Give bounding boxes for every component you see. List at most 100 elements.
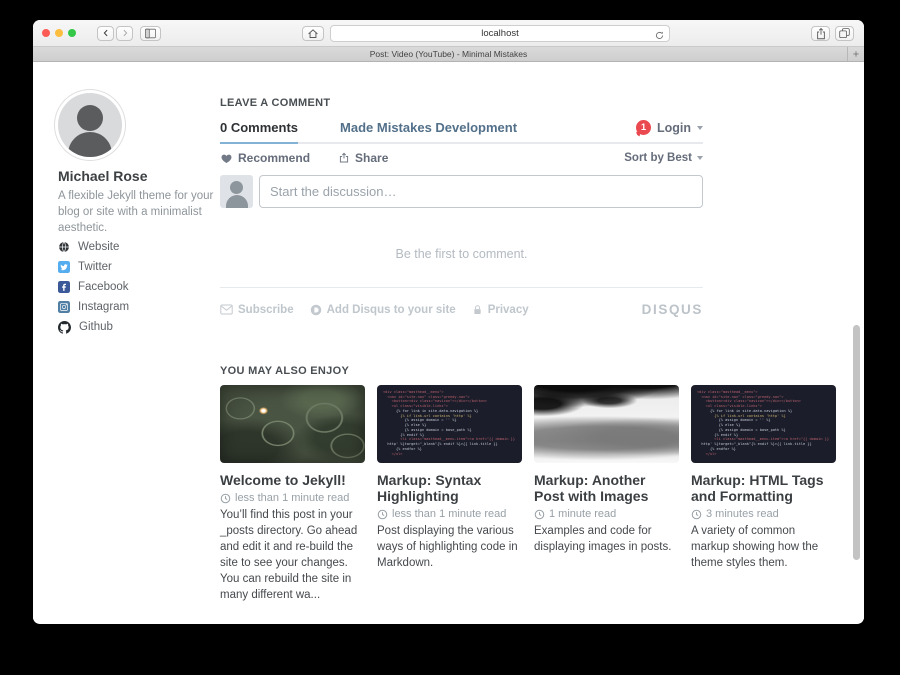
nav-buttons <box>97 26 133 41</box>
card-title[interactable]: Markup: Syntax Highlighting <box>377 472 522 504</box>
login-label: Login <box>657 121 691 135</box>
add-disqus-link[interactable]: Add Disqus to your site <box>310 304 456 316</box>
home-button[interactable] <box>302 26 324 41</box>
tabs-icon <box>838 27 851 39</box>
related-heading: YOU MAY ALSO ENJOY <box>220 366 838 377</box>
active-tab[interactable]: Post: Video (YouTube) - Minimal Mistakes <box>370 49 527 59</box>
share-thread-button[interactable]: Share <box>338 151 388 165</box>
sidebar-toggle-button[interactable] <box>140 26 161 41</box>
share-arrow-icon <box>338 152 350 164</box>
minimize-button[interactable] <box>55 29 63 37</box>
back-button[interactable] <box>97 26 114 41</box>
related-card: Welcome to Jekyll! less than 1 minute re… <box>220 385 365 603</box>
disqus-footer: Subscribe Add Disqus to your site Privac… <box>220 302 703 317</box>
envelope-icon <box>220 304 233 315</box>
card-excerpt: You’ll find this post in your _posts dir… <box>220 508 365 603</box>
comments-section: LEAVE A COMMENT 0 Comments Made Mistakes… <box>220 98 703 317</box>
chevron-right-icon <box>120 28 130 38</box>
recommend-button[interactable]: Recommend <box>220 151 310 165</box>
refresh-button[interactable] <box>654 28 665 46</box>
sidebar-icon <box>144 28 157 39</box>
scrollbar-thumb[interactable] <box>853 325 860 560</box>
clock-icon <box>377 509 388 520</box>
comment-input[interactable] <box>259 175 703 208</box>
empty-state-message: Be the first to comment. <box>220 248 703 261</box>
clock-icon <box>691 509 702 520</box>
card-thumbnail-code[interactable]: <div class="masthead__menu"> <nav id="si… <box>377 385 522 463</box>
card-read-time: 1 minute read <box>534 508 679 520</box>
tab-community[interactable]: Made Mistakes Development <box>340 120 517 142</box>
author-avatar <box>58 93 122 157</box>
avatar-silhouette <box>77 105 103 131</box>
disqus-tabs: 0 Comments Made Mistakes Development 1 L… <box>220 120 703 144</box>
link-label: Twitter <box>78 261 112 273</box>
related-card: <div class="masthead__menu"> <nav id="si… <box>377 385 522 603</box>
card-title[interactable]: Markup: Another Post with Images <box>534 472 679 504</box>
browser-toolbar: localhost <box>33 20 864 47</box>
card-read-time: less than 1 minute read <box>220 492 365 504</box>
forward-button[interactable] <box>116 26 133 41</box>
chevron-left-icon <box>101 28 111 38</box>
comment-compose-row <box>220 175 703 208</box>
related-card: <div class="masthead__menu"> <nav id="si… <box>691 385 836 603</box>
instagram-icon <box>58 301 70 313</box>
close-button[interactable] <box>42 29 50 37</box>
sidebar-item-website[interactable]: Website <box>58 237 220 257</box>
login-control[interactable]: 1 Login <box>636 120 703 142</box>
clock-icon <box>534 509 545 520</box>
card-title[interactable]: Welcome to Jekyll! <box>220 472 365 488</box>
disqus-actions: Recommend Share Sort by Best <box>220 150 703 166</box>
related-card: Markup: Another Post with Images 1 minut… <box>534 385 679 603</box>
window-controls <box>42 29 76 37</box>
subscribe-link[interactable]: Subscribe <box>220 304 294 316</box>
tab-comment-count[interactable]: 0 Comments <box>220 120 298 144</box>
refresh-icon <box>654 30 665 41</box>
share-label: Share <box>355 151 388 165</box>
share-icon <box>815 27 827 40</box>
sidebar-item-facebook[interactable]: Facebook <box>58 277 220 297</box>
card-thumbnail-moss[interactable] <box>220 385 365 463</box>
author-sidebar: Michael Rose A flexible Jekyll theme for… <box>58 93 220 337</box>
card-title[interactable]: Markup: HTML Tags and Formatting <box>691 472 836 504</box>
sidebar-item-github[interactable]: Github <box>58 317 220 337</box>
sidebar-item-twitter[interactable]: Twitter <box>58 257 220 277</box>
disqus-d-icon <box>310 304 322 316</box>
new-tab-button[interactable] <box>847 47 864 61</box>
url-text: localhost <box>481 28 519 39</box>
share-button[interactable] <box>811 26 830 41</box>
card-excerpt: A variety of common markup showing how t… <box>691 524 836 572</box>
comments-heading: LEAVE A COMMENT <box>220 98 703 109</box>
chevron-down-icon <box>697 126 703 130</box>
sort-dropdown[interactable]: Sort by Best <box>624 152 703 164</box>
sort-label: Sort by Best <box>624 152 692 164</box>
related-cards: Welcome to Jekyll! less than 1 minute re… <box>220 385 838 603</box>
tab-bar: Post: Video (YouTube) - Minimal Mistakes <box>33 47 864 62</box>
link-label: Website <box>78 241 119 253</box>
facebook-icon <box>58 281 70 293</box>
address-bar[interactable]: localhost <box>330 25 670 42</box>
tab-overview-button[interactable] <box>835 26 854 41</box>
commenter-avatar <box>220 175 253 208</box>
clock-icon <box>220 493 231 504</box>
sidebar-item-instagram[interactable]: Instagram <box>58 297 220 317</box>
link-label: Github <box>79 321 113 333</box>
card-thumbnail-code[interactable]: <div class="masthead__menu"> <nav id="si… <box>691 385 836 463</box>
link-label: Instagram <box>78 301 129 313</box>
plus-icon <box>852 50 860 58</box>
notification-badge[interactable]: 1 <box>636 120 651 135</box>
heart-icon <box>220 152 233 165</box>
recommend-label: Recommend <box>238 151 310 165</box>
fullscreen-button[interactable] <box>68 29 76 37</box>
twitter-icon <box>58 261 70 273</box>
card-read-time: less than 1 minute read <box>377 508 522 520</box>
card-thumbnail-tree[interactable] <box>534 385 679 463</box>
author-name: Michael Rose <box>58 168 220 184</box>
disqus-logo[interactable]: DISQUS <box>642 302 703 317</box>
card-excerpt: Examples and code for displaying images … <box>534 524 679 556</box>
privacy-link[interactable]: Privacy <box>472 304 529 316</box>
page-content: Michael Rose A flexible Jekyll theme for… <box>33 62 864 623</box>
card-read-time: 3 minutes read <box>691 508 836 520</box>
author-links: Website Twitter Facebook Instagram Githu… <box>58 237 220 337</box>
divider <box>220 287 703 288</box>
link-label: Facebook <box>78 281 129 293</box>
